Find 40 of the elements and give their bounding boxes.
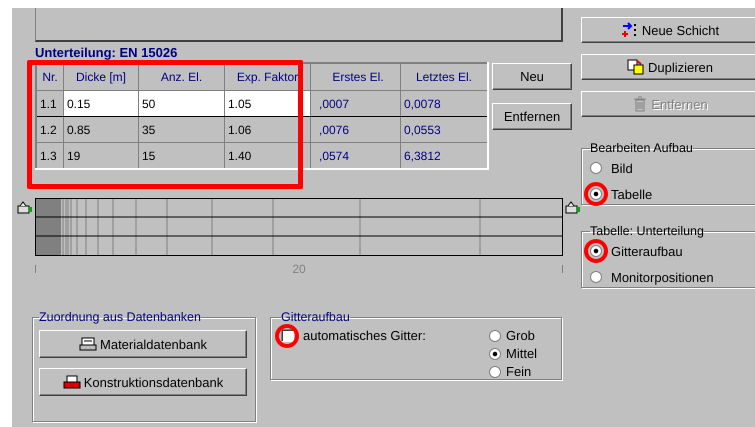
plus-arrow-icon <box>620 22 639 38</box>
table-mode-radio[interactable]: Monitorpositionen <box>590 264 755 290</box>
highlight-circle <box>584 239 608 263</box>
grid-radio-option[interactable]: Fein <box>489 364 551 379</box>
section-title: Unterteilung: EN 15026 <box>35 44 178 62</box>
column-header: Erstes El. <box>310 63 400 90</box>
group-title: Tabelle: Unterteilung <box>590 224 704 238</box>
document-stack-icon <box>79 336 98 352</box>
group-title: Zuordnung aus Datenbanken <box>39 310 201 324</box>
table-button[interactable]: Neu <box>492 63 572 90</box>
database-button[interactable]: Konstruktionsdatenbank <box>39 368 247 396</box>
auto-grid-checkbox[interactable]: automatisches Gitter: <box>281 328 426 343</box>
highlight-circle <box>584 182 608 206</box>
trash-icon <box>632 96 648 112</box>
grid-radio-option[interactable]: Grob <box>489 328 551 343</box>
layer-button[interactable]: Duplizieren <box>581 54 755 80</box>
table-cell: ,0007 <box>310 90 400 116</box>
marker-icon <box>565 201 581 215</box>
table-mode-radio[interactable]: Gitteraufbau <box>590 238 755 264</box>
group-title: Bearbeiten Aufbau <box>590 141 693 155</box>
marker-icon <box>17 201 33 215</box>
table-cell: 0.15 <box>64 90 138 116</box>
table-cell: 35 <box>138 116 224 142</box>
database-button[interactable]: Materialdatenbank <box>39 330 247 358</box>
table-cell: 1.2 <box>36 116 64 142</box>
axis-label: 20 <box>292 262 306 276</box>
edit-mode-radio[interactable]: Tabelle <box>590 181 755 207</box>
table-cell: ,0076 <box>310 116 400 142</box>
table-cell: 0.85 <box>64 116 138 142</box>
table-cell: 50 <box>138 90 224 116</box>
column-header: Nr. <box>36 63 64 90</box>
layer-button[interactable]: Neue Schicht <box>581 17 755 43</box>
copy-icon <box>626 59 645 75</box>
printer-icon <box>62 374 81 390</box>
grid-radio-option[interactable]: Mittel <box>489 346 551 361</box>
highlight-circle <box>275 324 299 348</box>
table-cell: 1.06 <box>224 116 310 142</box>
group-title: Gitteraufbau <box>281 310 350 324</box>
table-button[interactable]: Entfernen <box>492 103 572 130</box>
edit-mode-radio[interactable]: Bild <box>590 155 755 181</box>
